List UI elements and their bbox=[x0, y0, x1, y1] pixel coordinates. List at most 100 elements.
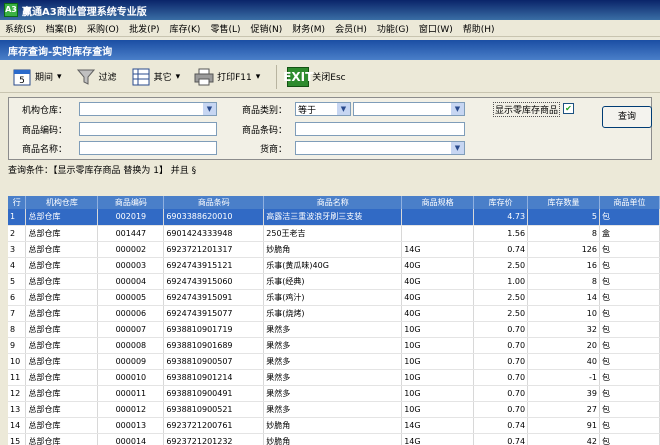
table-row[interactable]: 4 总部仓库 000003 6924743915121 乐事(黄瓜味)40G 40G 2.5… bbox=[8, 257, 660, 274]
menu-bar: 系统(S) 档案(B) 采购(O) 批发(P) 库存(K) 零售(L) 促销(N… bbox=[0, 20, 660, 37]
query-condition: 查询条件：【显示零库存商品 替换为 1】 并且 § bbox=[8, 166, 197, 176]
table-row[interactable]: 11 总部仓库 000010 6938810901214 果然多 10G 0.70 -1 包 bbox=[8, 369, 660, 386]
warehouse-cell: 总部仓库 bbox=[25, 273, 99, 290]
menu-system[interactable]: 系统(S) bbox=[0, 22, 41, 35]
row-number: 6 bbox=[8, 289, 27, 306]
menu-promotion[interactable]: 促销(N) bbox=[246, 22, 288, 35]
product-name-cell: 妙脆角 bbox=[263, 241, 403, 258]
org-warehouse-select[interactable]: ▼ bbox=[79, 102, 217, 116]
supplier-label: 货商： bbox=[259, 145, 287, 155]
menu-wholesale[interactable]: 批发(P) bbox=[124, 22, 164, 35]
product-name-input[interactable] bbox=[79, 141, 217, 155]
product-code-cell: 000006 bbox=[97, 305, 165, 322]
menu-archive[interactable]: 档案(B) bbox=[41, 22, 82, 35]
table-row[interactable]: 6 总部仓库 000005 6924743915091 乐事(鸡汁) 40G 2.50 14 包 bbox=[8, 289, 660, 306]
chevron-down-icon: ▾ bbox=[175, 71, 181, 82]
table-row[interactable]: 1 总部仓库 002019 6903388620010 高露洁三重波浪牙刷三支装 4.73… bbox=[8, 209, 660, 226]
menu-retail[interactable]: 零售(L) bbox=[205, 22, 245, 35]
spec-cell: 40G bbox=[401, 273, 475, 290]
spec-cell: 14G bbox=[401, 433, 475, 445]
barcode-cell: 6938810900507 bbox=[163, 353, 265, 370]
barcode-cell: 6923721200761 bbox=[163, 417, 265, 434]
table-row[interactable]: 7 总部仓库 000006 6924743915077 乐事(烧烤) 40G 2.50 10 包 bbox=[8, 305, 660, 322]
product-name-cell: 妙脆角 bbox=[263, 433, 403, 445]
col-unit[interactable]: 商品单位 bbox=[599, 196, 660, 209]
unit-cell: 盒 bbox=[599, 225, 660, 242]
col-row-no[interactable]: 行 bbox=[8, 196, 27, 209]
table-row[interactable]: 9 总部仓库 000008 6938810901689 果然多 10G 0.70 20 包 bbox=[8, 337, 660, 354]
spec-cell: 10G bbox=[401, 353, 475, 370]
toolbar: 5 期间 ▾ 过滤 其它 ▾ 打印F11 ▾ EXIT 关闭Esc bbox=[0, 61, 660, 93]
table-row[interactable]: 3 总部仓库 000002 6923721201317 妙脆角 14G 0.74 126 包 bbox=[8, 241, 660, 258]
menu-inventory[interactable]: 库存(K) bbox=[165, 22, 206, 35]
filter-button[interactable]: 过滤 bbox=[72, 64, 121, 90]
product-name-cell: 乐事(烧烤) bbox=[263, 305, 403, 322]
stock-qty-cell: 40 bbox=[527, 353, 600, 370]
product-code-input[interactable] bbox=[79, 122, 217, 136]
exit-icon: EXIT bbox=[283, 66, 313, 87]
table-row[interactable]: 10 总部仓库 000009 6938810900507 果然多 10G 0.70 40 包 bbox=[8, 353, 660, 370]
category-operator-select[interactable]: 等于 ▼ bbox=[295, 102, 351, 116]
warehouse-cell: 总部仓库 bbox=[25, 209, 99, 226]
table-row[interactable]: 12 总部仓库 000011 6938810900491 果然多 10G 0.70 39 包 bbox=[8, 385, 660, 402]
row-number: 7 bbox=[8, 305, 27, 322]
menu-member[interactable]: 会员(H) bbox=[330, 22, 372, 35]
close-button[interactable]: EXIT 关闭Esc bbox=[283, 64, 349, 90]
product-category-select[interactable]: ▼ bbox=[353, 102, 465, 116]
menu-function[interactable]: 功能(G) bbox=[372, 22, 414, 35]
table-row[interactable]: 13 总部仓库 000012 6938810900521 果然多 10G 0.70 27 包 bbox=[8, 401, 660, 418]
menu-finance[interactable]: 财务(M) bbox=[287, 22, 330, 35]
col-product-code[interactable]: 商品编码 bbox=[97, 196, 165, 209]
chevron-down-icon: ▼ bbox=[337, 103, 350, 115]
menu-window[interactable]: 窗口(W) bbox=[414, 22, 458, 35]
period-button[interactable]: 5 期间 ▾ bbox=[8, 64, 66, 90]
spec-cell: 10G bbox=[401, 321, 475, 338]
barcode-cell: 6938810900491 bbox=[163, 385, 265, 402]
row-number: 9 bbox=[8, 337, 27, 354]
stock-qty-cell: -1 bbox=[527, 369, 600, 386]
col-stock-price[interactable]: 库存价 bbox=[473, 196, 529, 209]
col-warehouse[interactable]: 机构仓库 bbox=[25, 196, 99, 209]
col-spec[interactable]: 商品规格 bbox=[401, 196, 475, 209]
warehouse-cell: 总部仓库 bbox=[25, 337, 99, 354]
other-button[interactable]: 其它 ▾ bbox=[127, 64, 185, 90]
row-number: 14 bbox=[8, 417, 27, 434]
unit-cell: 包 bbox=[599, 241, 660, 258]
query-button[interactable]: 查询 bbox=[602, 106, 652, 128]
barcode-input[interactable] bbox=[295, 122, 465, 136]
chevron-down-icon: ▼ bbox=[451, 103, 464, 115]
product-code-cell: 000007 bbox=[97, 321, 165, 338]
product-code-label: 商品编码： bbox=[21, 126, 67, 136]
spec-cell: 14G bbox=[401, 417, 475, 434]
spec-cell: 40G bbox=[401, 257, 475, 274]
row-number: 3 bbox=[8, 241, 27, 258]
table-body: 1 总部仓库 002019 6903388620010 高露洁三重波浪牙刷三支装 4.73… bbox=[8, 209, 660, 445]
funnel-icon bbox=[76, 67, 96, 87]
table-row[interactable]: 2 总部仓库 001447 6901424333948 250王老吉 1.56 8 盒 bbox=[8, 225, 660, 242]
print-button[interactable]: 打印F11 ▾ bbox=[190, 64, 264, 90]
product-code-cell: 000002 bbox=[97, 241, 165, 258]
stock-price-cell: 0.70 bbox=[473, 337, 529, 354]
menu-purchase[interactable]: 采购(O) bbox=[82, 22, 124, 35]
print-label: 打印F11 bbox=[217, 73, 252, 83]
col-barcode[interactable]: 商品条码 bbox=[163, 196, 265, 209]
menu-help[interactable]: 帮助(H) bbox=[458, 22, 500, 35]
col-product-name[interactable]: 商品名称 bbox=[263, 196, 403, 209]
table-row[interactable]: 8 总部仓库 000007 6938810901719 果然多 10G 0.70 32 包 bbox=[8, 321, 660, 338]
table-row[interactable]: 5 总部仓库 000004 6924743915060 乐事(经典) 40G 1.00 8 包 bbox=[8, 273, 660, 290]
table-row[interactable]: 14 总部仓库 000013 6923721200761 妙脆角 14G 0.74 91 包 bbox=[8, 417, 660, 434]
supplier-select[interactable]: ▼ bbox=[295, 141, 465, 155]
product-name-cell: 乐事(黄瓜味)40G bbox=[263, 257, 403, 274]
row-number: 15 bbox=[8, 433, 27, 445]
stock-qty-cell: 14 bbox=[527, 289, 600, 306]
stock-price-cell: 0.70 bbox=[473, 385, 529, 402]
stock-qty-cell: 32 bbox=[527, 321, 600, 338]
warehouse-cell: 总部仓库 bbox=[25, 225, 99, 242]
stock-price-cell: 2.50 bbox=[473, 257, 529, 274]
show-zero-stock-checkbox[interactable]: ✔ bbox=[563, 103, 574, 114]
stock-price-cell: 2.50 bbox=[473, 289, 529, 306]
table-row[interactable]: 15 总部仓库 000014 6923721201232 妙脆角 14G 0.74 42 包 bbox=[8, 433, 660, 445]
inventory-table[interactable]: 行 机构仓库 商品编码 商品条码 商品名称 商品规格 库存价 库存数量 商品单位… bbox=[8, 196, 660, 445]
col-stock-qty[interactable]: 库存数量 bbox=[527, 196, 600, 209]
product-name-cell: 果然多 bbox=[263, 337, 403, 354]
